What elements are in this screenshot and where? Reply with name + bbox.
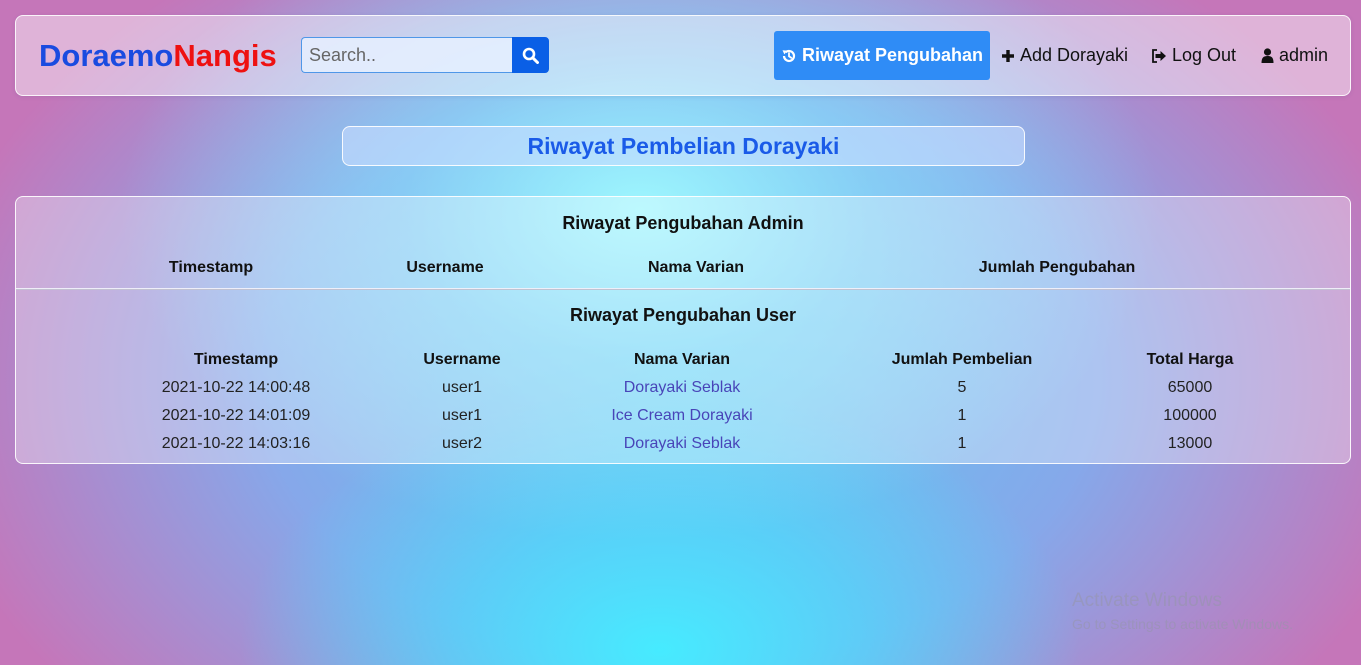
watermark-title: Activate Windows	[1072, 590, 1222, 611]
nav-add-dorayaki[interactable]: Add Dorayaki	[1001, 31, 1128, 80]
section-divider	[16, 288, 1350, 290]
cell-username: user1	[441, 379, 483, 396]
plus-icon	[1002, 49, 1014, 62]
nav-user-admin[interactable]: admin	[1261, 31, 1328, 80]
brand-logo[interactable]: DoraemoNangis	[39, 38, 277, 74]
user-col-total-harga: Total Harga	[1146, 351, 1234, 368]
search-form	[301, 37, 549, 73]
table-row: 2021-10-22 14:01:09 user1 Ice Cream Dora…	[16, 403, 1350, 431]
brand-part-2: Nangis	[173, 38, 277, 73]
admin-history-title: Riwayat Pengubahan Admin	[562, 213, 804, 233]
cell-username: user2	[441, 435, 483, 452]
cell-jumlah-pembelian: 5	[957, 379, 967, 396]
cell-nama-varian-link[interactable]: Dorayaki Seblak	[624, 379, 741, 397]
cell-total-harga: 65000	[1167, 379, 1213, 396]
page-title: Riwayat Pembelian Dorayaki	[342, 126, 1025, 166]
admin-col-timestamp: Timestamp	[168, 259, 254, 276]
cell-jumlah-pembelian: 1	[957, 435, 967, 452]
cell-username: user1	[441, 407, 483, 424]
nav-logout-label: Log Out	[1172, 45, 1237, 65]
admin-col-jumlah-pengubahan: Jumlah Pengubahan	[978, 259, 1136, 276]
brand-part-1: Doraemo	[39, 38, 174, 73]
table-row: 2021-10-22 14:00:48 user1 Dorayaki Sebla…	[16, 375, 1350, 403]
history-icon	[782, 49, 796, 62]
history-panel: Riwayat Pengubahan Admin Timestamp Usern…	[15, 196, 1351, 464]
admin-col-username: Username	[406, 259, 484, 276]
cell-nama-varian-link[interactable]: Dorayaki Seblak	[624, 435, 741, 453]
cell-jumlah-pembelian: 1	[957, 407, 967, 424]
user-col-nama-varian: Nama Varian	[633, 351, 731, 368]
table-row: 2021-10-22 14:03:16 user2 Dorayaki Sebla…	[16, 431, 1350, 459]
cell-total-harga: 100000	[1163, 407, 1217, 424]
user-icon	[1261, 48, 1274, 63]
cell-total-harga: 13000	[1167, 435, 1213, 452]
user-col-username: Username	[423, 351, 501, 368]
nav-riwayat-label: Riwayat Pengubahan	[801, 45, 984, 65]
sign-out-icon	[1152, 48, 1166, 63]
watermark-subtitle: Go to Settings to activate Windows.	[1072, 616, 1293, 632]
cell-timestamp: 2021-10-22 14:00:48	[161, 379, 311, 396]
nav-add-label: Add Dorayaki	[1020, 45, 1129, 65]
nav-riwayat-pengubahan[interactable]: Riwayat Pengubahan	[774, 31, 990, 80]
search-input[interactable]	[301, 37, 513, 73]
cell-nama-varian-link[interactable]: Ice Cream Dorayaki	[611, 407, 752, 425]
user-history-title: Riwayat Pengubahan User	[569, 305, 797, 325]
nav-admin-label: admin	[1279, 45, 1329, 65]
cell-timestamp: 2021-10-22 14:03:16	[161, 435, 311, 452]
cell-timestamp: 2021-10-22 14:01:09	[161, 407, 311, 424]
windows-activation-watermark: Activate Windows Go to Settings to activ…	[1072, 590, 1293, 632]
user-col-timestamp: Timestamp	[193, 351, 279, 368]
navbar: DoraemoNangis Riwayat Pengubahan Add Dor…	[15, 15, 1351, 96]
user-col-jumlah-pembelian: Jumlah Pembelian	[891, 351, 1033, 368]
search-icon	[522, 47, 539, 64]
admin-col-nama-varian: Nama Varian	[647, 259, 745, 276]
search-button[interactable]	[512, 37, 549, 73]
nav-log-out[interactable]: Log Out	[1151, 31, 1236, 80]
